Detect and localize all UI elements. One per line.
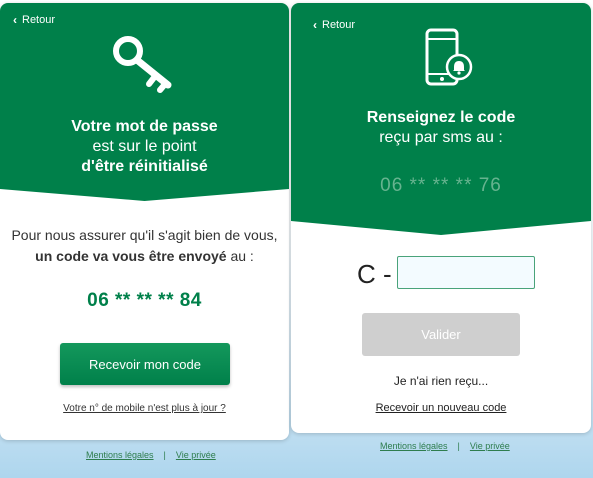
info-text: Pour nous assurer qu'il s'agit bien de v… <box>0 225 289 267</box>
title-line-2: reçu par sms au : <box>379 129 503 146</box>
chevron-left-icon: ‹ <box>313 18 317 32</box>
back-label: Retour <box>22 14 56 26</box>
validate-button[interactable]: Valider <box>362 313 520 356</box>
legal-notice-link[interactable]: Mentions légales <box>86 450 154 460</box>
footer-left: Mentions légales | Vie privée <box>86 450 216 460</box>
masked-phone-number: 06 ** ** ** 84 <box>87 290 202 311</box>
title-line-1: Votre mot de passe <box>71 118 218 135</box>
footer-separator: | <box>163 450 166 460</box>
phone-notification-icon <box>425 28 473 86</box>
masked-phone-number: 06 ** ** ** 76 <box>380 175 502 196</box>
title-line-1: Renseignez le code <box>366 109 516 126</box>
info-bold: un code va vous être envoyé <box>35 248 227 264</box>
resend-code-link[interactable]: Recevoir un nouveau code <box>291 402 591 414</box>
back-label: Retour <box>322 19 356 31</box>
privacy-link[interactable]: Vie privée <box>470 441 510 451</box>
title-line-2: est sur le point <box>92 138 197 155</box>
info-tail: au : <box>226 248 254 264</box>
privacy-link[interactable]: Vie privée <box>176 450 216 460</box>
code-prefix: C - <box>357 259 392 289</box>
reset-password-card: ‹ Retour Votre mot de passe est sur le p… <box>0 3 289 440</box>
sms-code-card: ‹ Retour Renseignez le code reçu par sms… <box>291 3 591 433</box>
mobile-outdated-link[interactable]: Votre n° de mobile n'est plus à jour ? <box>0 403 289 414</box>
back-link[interactable]: ‹ Retour <box>13 13 55 27</box>
no-code-text: Je n'ai rien reçu... <box>393 374 489 388</box>
legal-notice-link[interactable]: Mentions légales <box>380 441 448 451</box>
sms-code-input[interactable] <box>397 256 535 289</box>
info-line-1: Pour nous assurer qu'il s'agit bien de v… <box>11 227 278 243</box>
key-icon <box>113 36 172 93</box>
chevron-left-icon: ‹ <box>13 13 17 27</box>
info-line-2: un code va vous être envoyé au : <box>0 246 289 267</box>
title-line-3: d'être réinitialisé <box>81 158 208 175</box>
back-link[interactable]: ‹ Retour <box>313 18 355 32</box>
receive-code-button[interactable]: Recevoir mon code <box>60 343 230 385</box>
footer-right: Mentions légales | Vie privée <box>380 441 510 451</box>
footer-separator: | <box>457 441 460 451</box>
